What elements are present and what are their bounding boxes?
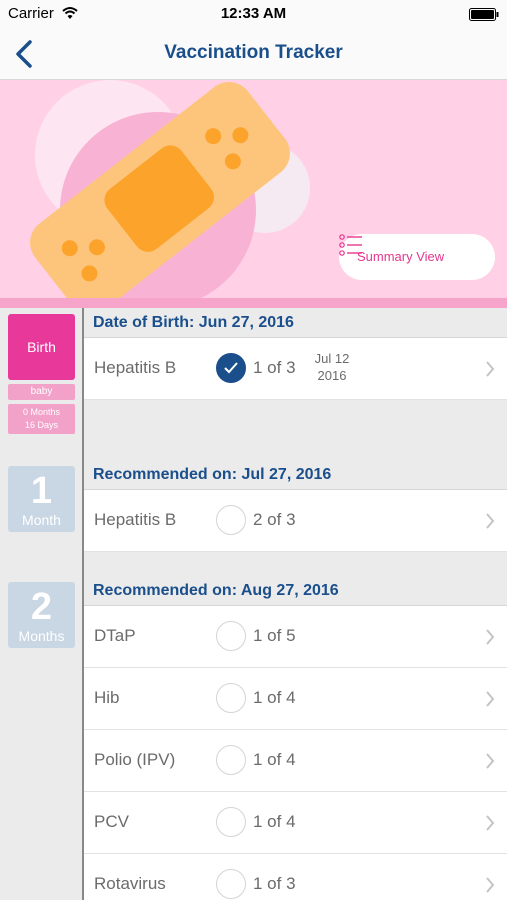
vaccine-name: Polio (IPV) <box>94 750 176 769</box>
dose-checkbox[interactable] <box>216 683 246 713</box>
baby-tag: baby <box>8 384 75 400</box>
section-title: Recommended on: Jul 27, 2016 <box>93 466 332 483</box>
dose-checkbox[interactable] <box>216 353 246 383</box>
chevron-right-icon <box>486 691 495 707</box>
dose-count: 1 of 4 <box>253 750 296 769</box>
section-header: Recommended on: Aug 27, 2016 <box>84 576 507 606</box>
age-number: 1 <box>30 470 53 512</box>
list-icon <box>339 234 362 256</box>
dose-checkbox[interactable] <box>216 505 246 535</box>
age-days: 16 Days <box>24 420 59 430</box>
age-number: 2 <box>30 586 53 628</box>
dose-checkbox[interactable] <box>216 807 246 837</box>
vaccine-row[interactable]: DTaP 1 of 5 <box>84 606 507 668</box>
chevron-right-icon <box>486 629 495 645</box>
vaccine-list: Date of Birth: Jun 27, 2016 Hepatitis B … <box>84 308 507 900</box>
navigation-bar: Vaccination Tracker <box>0 28 507 80</box>
dose-checkbox[interactable] <box>216 745 246 775</box>
dose-count: 1 of 4 <box>253 688 296 707</box>
vaccine-name: Hib <box>94 688 120 707</box>
vaccine-row[interactable]: Rotavirus 1 of 3 <box>84 854 507 900</box>
dose-count: 2 of 3 <box>253 510 296 529</box>
age-months: 0 Months <box>22 407 61 417</box>
chevron-right-icon <box>486 753 495 769</box>
age-1-month-tile[interactable]: 1 Month <box>8 466 75 532</box>
summary-view-label: Summary View <box>357 249 445 264</box>
chevron-right-icon <box>486 361 495 377</box>
checkmark-icon <box>224 362 238 374</box>
status-time: 12:33 AM <box>220 5 287 22</box>
banner: Summary View <box>0 80 507 308</box>
vaccine-row[interactable]: Polio (IPV) 1 of 4 <box>84 730 507 792</box>
vaccine-name: Hepatitis B <box>94 510 177 529</box>
vaccine-name: Hepatitis B <box>94 358 177 377</box>
dose-count: 1 of 4 <box>253 812 296 831</box>
dose-date: Jul 12 2016 <box>306 350 358 384</box>
section-header: Recommended on: Jul 27, 2016 <box>84 460 507 490</box>
vaccine-name: PCV <box>94 812 129 831</box>
age-2-months-tile[interactable]: 2 Months <box>8 582 75 648</box>
age-unit: Month <box>22 512 61 528</box>
dose-date-day: Jul 12 <box>314 351 350 366</box>
chevron-right-icon <box>486 815 495 831</box>
dose-checkbox[interactable] <box>216 621 246 651</box>
banner-stripe <box>0 298 507 308</box>
vaccine-name: Rotavirus <box>94 874 166 893</box>
section-header: Date of Birth: Jun 27, 2016 <box>84 308 507 338</box>
vaccine-row[interactable]: Hepatitis B 1 of 3 Jul 12 2016 <box>84 338 507 400</box>
dose-count: 1 of 3 <box>253 874 296 893</box>
status-bar: Carrier 12:33 AM <box>0 0 507 28</box>
vaccine-row[interactable]: Hepatitis B 2 of 3 <box>84 490 507 552</box>
dose-date-year: 2016 <box>317 368 347 383</box>
summary-view-button[interactable]: Summary View <box>339 234 495 280</box>
age-birth-tile[interactable]: Birth <box>8 314 75 380</box>
section-title: Date of Birth: Jun 27, 2016 <box>93 314 294 331</box>
dose-count: 1 of 5 <box>253 626 296 645</box>
chevron-right-icon <box>486 877 495 893</box>
dose-checkbox[interactable] <box>216 869 246 899</box>
page-title: Vaccination Tracker <box>164 42 343 63</box>
vaccine-name: DTaP <box>94 626 136 645</box>
age-timeline: Birth baby 0 Months 16 Days 1 Month 2 Mo… <box>0 308 84 900</box>
current-age-tag: 0 Months 16 Days <box>8 404 75 434</box>
vaccine-row[interactable]: PCV 1 of 4 <box>84 792 507 854</box>
chevron-right-icon <box>486 513 495 529</box>
age-unit: Months <box>18 628 65 644</box>
dose-count: 1 of 3 <box>253 358 296 377</box>
section-title: Recommended on: Aug 27, 2016 <box>93 582 339 599</box>
vaccine-row[interactable]: Hib 1 of 4 <box>84 668 507 730</box>
battery-icon <box>469 8 499 21</box>
